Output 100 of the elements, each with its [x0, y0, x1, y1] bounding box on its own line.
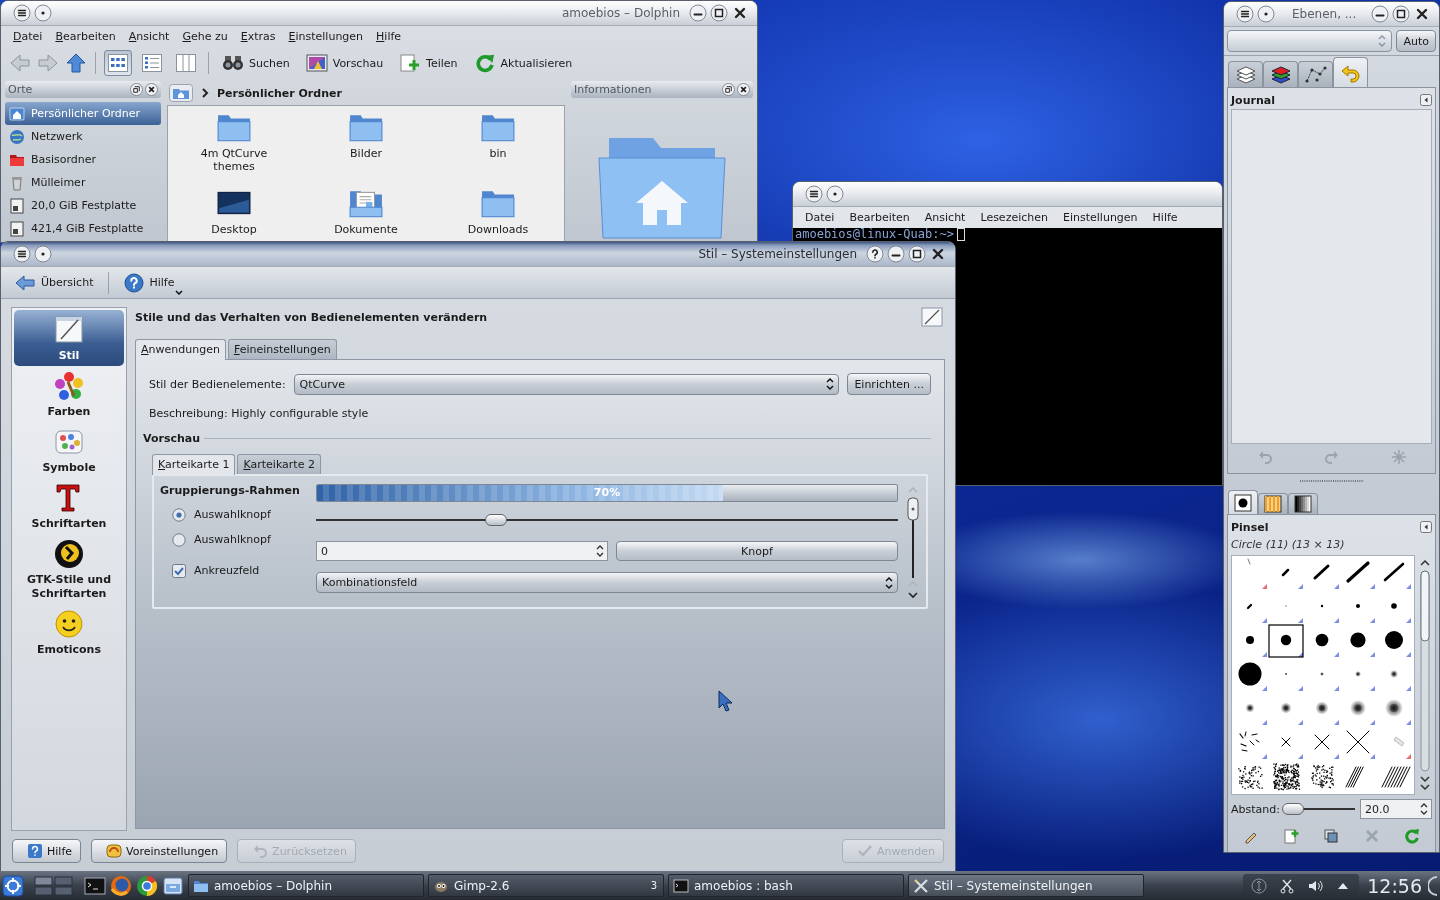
- home-button-icon[interactable]: [169, 84, 193, 102]
- menu-item[interactable]: Hilfe: [370, 28, 408, 45]
- float-icon[interactable]: [130, 83, 143, 96]
- window-menu-icon[interactable]: [13, 245, 31, 263]
- maximize-icon[interactable]: [1392, 5, 1410, 23]
- dock-tab[interactable]: [1263, 61, 1298, 87]
- spin-box[interactable]: 20.0: [1359, 799, 1432, 819]
- file-drawer-icon[interactable]: [162, 874, 184, 897]
- scissors-icon[interactable]: [1279, 877, 1296, 894]
- tab-menu-icon[interactable]: [1420, 521, 1432, 533]
- browser-globe-icon[interactable]: [110, 874, 132, 897]
- duplicate-icon[interactable]: [1323, 828, 1340, 844]
- place-item[interactable]: Persönlicher Ordner: [5, 102, 161, 125]
- category-item[interactable]: Symbole: [14, 422, 124, 478]
- dock-tab[interactable]: [1298, 61, 1333, 87]
- file-item[interactable]: Downloads: [448, 188, 548, 236]
- toolbar-button[interactable]: Suchen: [217, 50, 295, 76]
- menu-item[interactable]: Gehe zu: [176, 28, 234, 45]
- minimize-icon[interactable]: [887, 245, 905, 263]
- file-item[interactable]: Bilder: [316, 112, 416, 160]
- menu-item[interactable]: Extras: [234, 28, 282, 45]
- menu-item[interactable]: Einstellungen: [1057, 209, 1144, 226]
- window-menu-icon[interactable]: [13, 4, 31, 22]
- slider-thumb[interactable]: [1282, 803, 1305, 815]
- toolbar-button[interactable]: Teilen: [394, 50, 463, 76]
- place-item[interactable]: Netzwerk: [5, 125, 161, 148]
- circle-dot-icon[interactable]: [1257, 5, 1275, 23]
- desktop-pager-icon[interactable]: [34, 874, 74, 897]
- float-icon[interactable]: [722, 83, 735, 96]
- maximize-icon[interactable]: [908, 245, 926, 263]
- menu-item[interactable]: Lesezeichen: [974, 209, 1054, 226]
- file-item[interactable]: bin: [448, 112, 548, 160]
- category-item[interactable]: GTK-Stile und Schriftarten: [14, 534, 124, 604]
- checkbox-option[interactable]: Ankreuzfeld: [172, 558, 308, 583]
- tab-menu-icon[interactable]: [1420, 94, 1432, 106]
- task-button[interactable]: amoebios – Dolphin: [188, 874, 424, 897]
- place-item[interactable]: 421,4 GiB Festplatte: [5, 217, 161, 240]
- help-icon[interactable]: [866, 245, 884, 263]
- category-item[interactable]: Emoticons: [14, 604, 124, 660]
- updown-circle-icon[interactable]: [1251, 877, 1268, 894]
- radio-option[interactable]: Auswahlknopf: [172, 527, 308, 552]
- radio-option[interactable]: Auswahlknopf: [172, 502, 308, 527]
- toolbar-button[interactable]: Vorschau: [300, 50, 389, 76]
- style-combobox[interactable]: QtCurve: [293, 373, 840, 395]
- spin-box[interactable]: 0: [316, 541, 608, 561]
- window-menu-icon[interactable]: [805, 185, 823, 203]
- task-button[interactable]: Gimp-2.6 3: [428, 874, 664, 897]
- tricolor-circle-icon[interactable]: [136, 874, 158, 897]
- dock-tab[interactable]: [1228, 490, 1258, 514]
- auto-button[interactable]: Auto: [1396, 30, 1436, 52]
- menu-item[interactable]: Bearbeiten: [49, 28, 122, 45]
- menu-item[interactable]: Hilfe: [1146, 209, 1184, 226]
- grip-handle[interactable]: [1299, 479, 1364, 483]
- overview-button[interactable]: Übersicht: [9, 269, 99, 296]
- circle-dot-icon[interactable]: [34, 245, 52, 263]
- menu-item[interactable]: Datei: [7, 28, 49, 45]
- close-icon[interactable]: [145, 83, 158, 96]
- brush-icon[interactable]: [1268, 624, 1304, 658]
- help-menu-button[interactable]: Hilfe: [119, 269, 189, 296]
- dialog-button[interactable]: Voreinstellungen: [91, 839, 228, 863]
- place-item[interactable]: 20,0 GiB Festplatte: [5, 194, 161, 217]
- dock-tab[interactable]: [1228, 61, 1263, 87]
- tab[interactable]: Karteikarte 1: [152, 454, 236, 475]
- dock-tab[interactable]: [1288, 493, 1318, 514]
- combobox[interactable]: Kombinationsfeld: [316, 572, 898, 593]
- crosshair-icon[interactable]: [2, 874, 24, 897]
- slider-thumb[interactable]: [485, 514, 508, 526]
- circle-dot-icon[interactable]: [34, 4, 52, 22]
- menu-item[interactable]: Einstellungen: [282, 28, 370, 45]
- toolbar-button[interactable]: Aktualisieren: [468, 50, 578, 76]
- tab[interactable]: Karteikarte 2: [237, 454, 321, 474]
- dialog-button[interactable]: Hilfe: [12, 839, 82, 863]
- maximize-icon[interactable]: [710, 4, 728, 22]
- tab[interactable]: Feineinstellungen: [227, 339, 337, 359]
- view-mode-button[interactable]: [104, 50, 132, 76]
- configure-button[interactable]: Einrichten ...: [847, 373, 931, 395]
- minimize-icon[interactable]: [1371, 5, 1389, 23]
- terminal-icon[interactable]: [84, 874, 106, 897]
- menu-item[interactable]: Ansicht: [122, 28, 176, 45]
- new-page-icon[interactable]: [1283, 828, 1300, 844]
- tab[interactable]: Anwendungen: [135, 339, 226, 360]
- place-item[interactable]: Basisordner: [5, 148, 161, 171]
- push-button[interactable]: Knopf: [616, 541, 898, 561]
- menu-item[interactable]: Ansicht: [918, 209, 972, 226]
- file-item[interactable]: Desktop: [184, 188, 284, 236]
- breadcrumb-item[interactable]: Persönlicher Ordner: [217, 86, 342, 100]
- task-button[interactable]: Stil – Systemeinstellungen: [908, 874, 1144, 897]
- file-item[interactable]: Dokumente: [316, 188, 416, 236]
- minimize-icon[interactable]: [689, 4, 707, 22]
- task-button[interactable]: amoebios : bash: [668, 874, 904, 897]
- close-icon[interactable]: [737, 83, 750, 96]
- menu-item[interactable]: Datei: [799, 209, 841, 226]
- place-item[interactable]: Mülleimer: [5, 171, 161, 194]
- category-item[interactable]: Schriftarten: [14, 478, 124, 534]
- window-menu-icon[interactable]: [1236, 5, 1254, 23]
- up-arrow-icon[interactable]: [65, 52, 87, 74]
- category-item[interactable]: Stil: [14, 310, 124, 366]
- menu-item[interactable]: Bearbeiten: [843, 209, 916, 226]
- file-item[interactable]: 4m QtCurve themes: [184, 112, 284, 173]
- image-combobox[interactable]: [1227, 30, 1393, 52]
